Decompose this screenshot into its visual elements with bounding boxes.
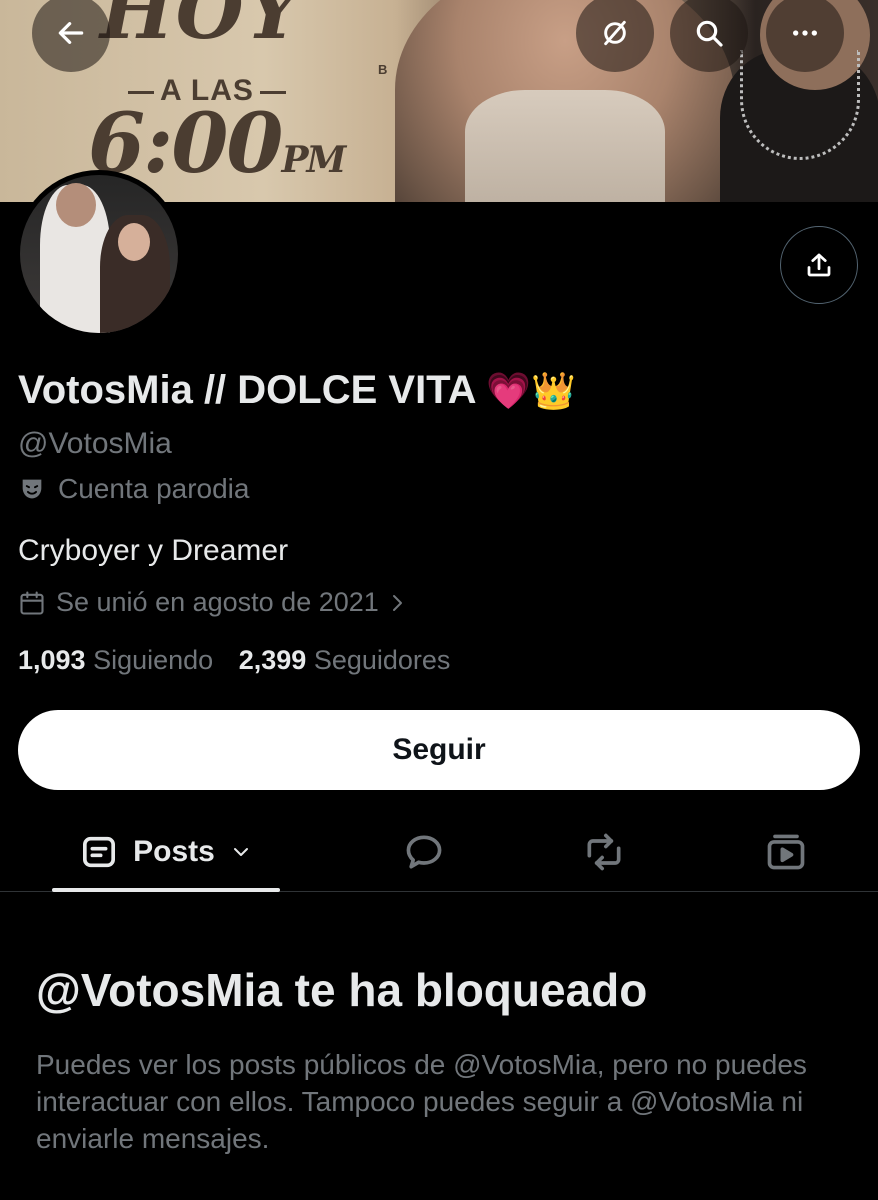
tab-posts[interactable]: Posts: [52, 812, 280, 892]
followers-label: Seguidores: [313, 645, 451, 675]
display-name: VotosMia // DOLCE VITA 💗👑: [18, 368, 576, 413]
chevron-right-icon: [392, 594, 402, 611]
bio: Cryboyer y Dreamer: [18, 534, 289, 567]
arrow-left-icon: [58, 22, 84, 44]
posts-icon: [83, 836, 116, 868]
blocked-title: @VotosMia te ha bloqueado: [36, 964, 648, 1016]
heart-emoji: 💗: [486, 371, 532, 412]
following-label: Siguiendo: [93, 645, 214, 675]
blocked-description: Puedes ver los posts públicos de @VotosM…: [36, 1049, 807, 1154]
follow-stats: 1,093 Siguiendo 2,399 Seguidores: [18, 645, 450, 676]
avatar[interactable]: [15, 170, 183, 338]
follow-button[interactable]: Seguir: [18, 710, 860, 790]
tab-posts-label: Posts: [133, 835, 215, 868]
calendar-icon: [20, 590, 44, 615]
theater-mask-icon: [22, 479, 42, 499]
join-date[interactable]: Se unió en agosto de 2021: [18, 587, 419, 618]
following-link[interactable]: 1,093 Siguiendo: [18, 645, 213, 675]
quick-promote-icon: [604, 20, 626, 46]
chevron-down-icon: [233, 848, 248, 856]
banner-letter-b: B: [378, 62, 388, 77]
search-icon: [696, 20, 723, 47]
tab-reposts[interactable]: [560, 812, 648, 892]
banner-photo-person-right: [720, 0, 878, 202]
display-name-text: VotosMia // DOLCE VITA: [18, 368, 476, 412]
join-date-text: Se unió en agosto de 2021: [56, 587, 379, 617]
share-button[interactable]: [780, 226, 858, 304]
reply-bubble-icon: [406, 835, 442, 869]
tab-media[interactable]: [742, 812, 830, 892]
avatar-photo: [20, 175, 178, 333]
tab-replies[interactable]: [380, 812, 468, 892]
user-handle: @VotosMia: [18, 427, 172, 460]
profile-tabs: Posts: [0, 812, 878, 892]
crown-emoji: 👑: [531, 371, 576, 412]
repost-icon: [587, 833, 621, 871]
banner-text-top: HOY: [100, 0, 304, 57]
video-media-icon: [767, 834, 805, 870]
following-count: 1,093: [18, 645, 86, 675]
more-icon: [793, 30, 817, 36]
tab-active-indicator: [52, 888, 280, 892]
parody-label-text: Cuenta parodia: [58, 473, 250, 504]
followers-link[interactable]: 2,399 Seguidores: [239, 645, 451, 675]
parody-label[interactable]: Cuenta parodia: [18, 473, 249, 505]
banner-time-pm: PM: [281, 139, 346, 181]
followers-count: 2,399: [238, 645, 307, 675]
share-icon: [807, 253, 831, 277]
